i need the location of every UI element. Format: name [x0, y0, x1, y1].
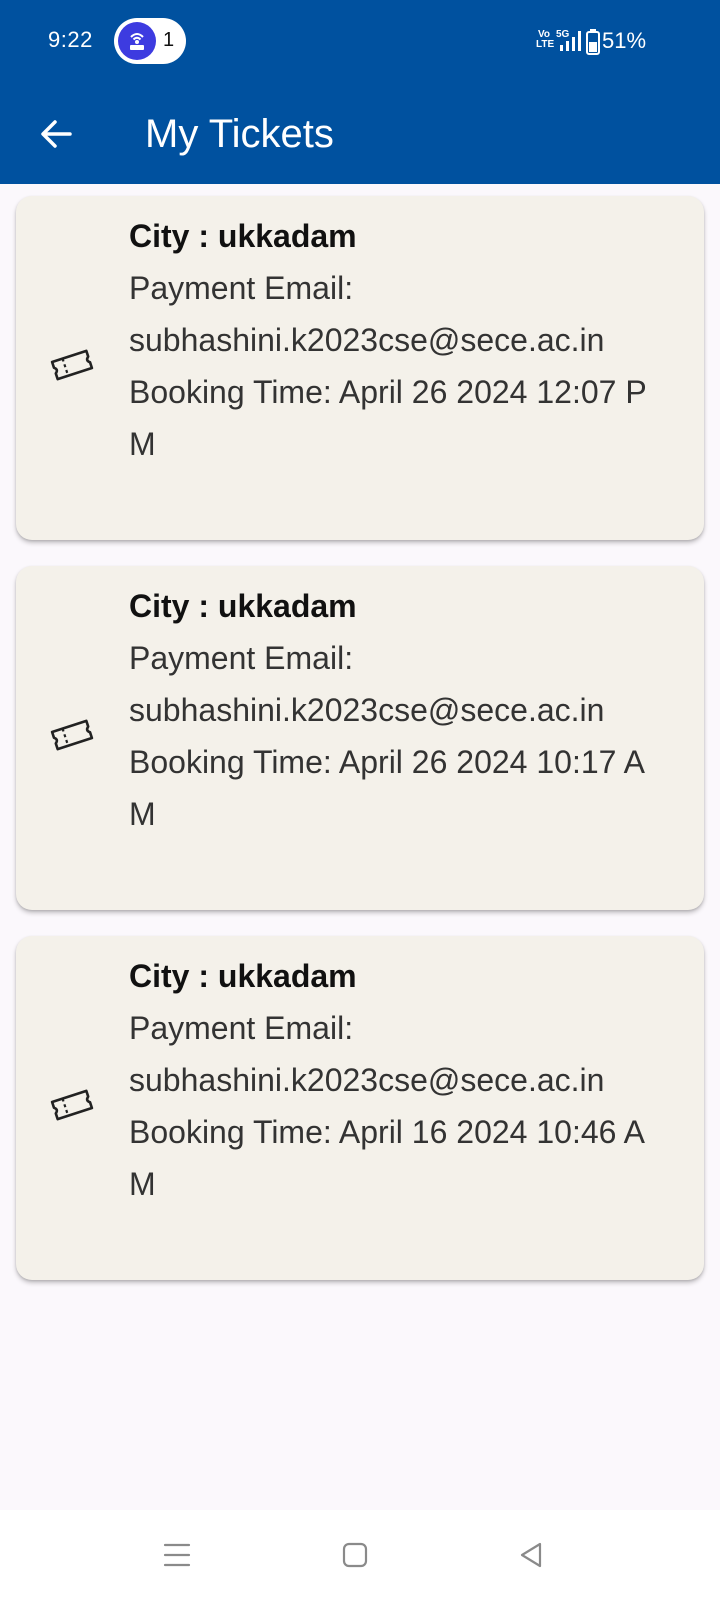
battery-percent: 51% [602, 28, 647, 53]
hotspot-indicator[interactable]: 1 [114, 18, 186, 64]
battery-icon [586, 29, 600, 55]
payment-email-label: Payment Email: [129, 270, 354, 306]
booking-time-label: Booking Time: [129, 374, 332, 410]
home-button[interactable] [330, 1530, 380, 1580]
ticket-city: City : ukkadam [129, 218, 357, 254]
ticket-icon [50, 719, 94, 751]
ticket-city: City : ukkadam [129, 958, 357, 994]
ticket-details: City : ukkadam Payment Email: subhashini… [129, 580, 669, 840]
payment-email: subhashini.k2023cse@sece.ac.in [129, 692, 605, 728]
payment-email-label: Payment Email: [129, 1010, 354, 1046]
home-icon [342, 1542, 368, 1568]
menu-icon [163, 1543, 191, 1567]
ticket-city: City : ukkadam [129, 588, 357, 624]
hotspot-count: 1 [163, 29, 175, 51]
ticket-card[interactable]: City : ukkadam Payment Email: subhashini… [16, 566, 704, 910]
payment-email-label: Payment Email: [129, 640, 354, 676]
booking-time-label: Booking Time: [129, 744, 332, 780]
ticket-details: City : ukkadam Payment Email: subhashini… [129, 950, 669, 1210]
back-button[interactable] [30, 108, 82, 160]
volte-icon: Vo LTE [536, 29, 555, 50]
app-bar: My Tickets [0, 84, 720, 184]
network-type: 5G [556, 29, 570, 40]
recent-apps-button[interactable] [152, 1530, 202, 1580]
booking-time: Booking Time: April 26 2024 12:07 PM [129, 366, 669, 470]
ticket-card[interactable]: City : ukkadam Payment Email: subhashini… [16, 196, 704, 540]
nav-back-button[interactable] [506, 1530, 556, 1580]
system-nav-bar [0, 1510, 720, 1600]
signal-icon: 5G [556, 29, 581, 51]
booking-time: Booking Time: April 26 2024 10:17 AM [129, 736, 669, 840]
payment-email: subhashini.k2023cse@sece.ac.in [129, 1062, 605, 1098]
page-title: My Tickets [145, 112, 334, 156]
ticket-card[interactable]: City : ukkadam Payment Email: subhashini… [16, 936, 704, 1280]
ticket-icon [50, 349, 94, 381]
ticket-details: City : ukkadam Payment Email: subhashini… [129, 210, 669, 470]
booking-time: Booking Time: April 16 2024 10:46 AM [129, 1106, 669, 1210]
status-bar: 9:22 1 Vo LTE 5G 51% [0, 0, 720, 84]
status-time: 9:22 [48, 27, 93, 52]
hotspot-icon [118, 22, 156, 60]
booking-time-label: Booking Time: [129, 1114, 332, 1150]
back-triangle-icon [520, 1542, 542, 1568]
ticket-icon [50, 1089, 94, 1121]
payment-email: subhashini.k2023cse@sece.ac.in [129, 322, 605, 358]
arrow-left-icon [41, 120, 72, 148]
